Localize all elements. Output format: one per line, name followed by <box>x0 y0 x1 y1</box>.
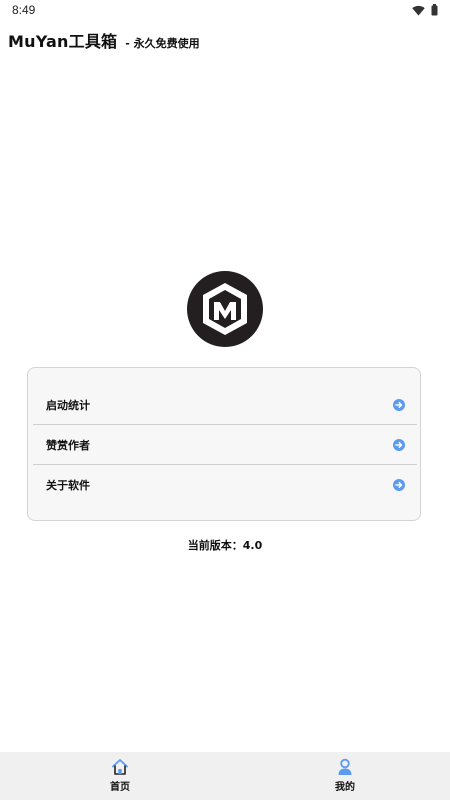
arrow-right-circle-icon <box>393 479 405 491</box>
menu-item-label: 赞赏作者 <box>46 438 90 452</box>
version-text: 当前版本：4.0 <box>187 539 263 552</box>
menu-item-label: 关于软件 <box>46 479 90 492</box>
arrow-right-circle-icon <box>393 398 405 411</box>
menu-item-label: 启动统计 <box>46 398 90 412</box>
user-icon <box>336 758 354 776</box>
home-icon <box>111 758 129 776</box>
menu-item-donate-author[interactable]: 赞赏作者 <box>33 425 417 465</box>
m-hexagon-logo <box>187 271 263 347</box>
status-time: 8:49 <box>12 3 36 17</box>
menu-item-launch-stats[interactable]: 启动统计 <box>33 385 417 425</box>
wifi-icon <box>412 5 425 16</box>
menu-item-about[interactable]: 关于软件 <box>33 465 417 505</box>
arrow-right-circle-icon <box>393 438 405 451</box>
battery-icon <box>431 4 438 16</box>
nav-item-profile[interactable]: 我的 <box>315 758 375 793</box>
nav-item-home[interactable]: 首页 <box>90 758 150 793</box>
status-bar: 8:49 <box>0 0 450 22</box>
status-icons <box>412 4 438 16</box>
app-header: MuYan工具箱 - 永久免费使用 <box>8 28 200 52</box>
menu-card: 启动统计 赞赏作者 关于软件 <box>27 367 421 521</box>
nav-label: 首页 <box>110 782 130 793</box>
bottom-nav: 首页 我的 <box>0 752 450 800</box>
nav-label: 我的 <box>335 782 355 793</box>
app-title: MuYan工具箱 <box>8 32 118 51</box>
app-subtitle: - 永久免费使用 <box>125 37 200 50</box>
